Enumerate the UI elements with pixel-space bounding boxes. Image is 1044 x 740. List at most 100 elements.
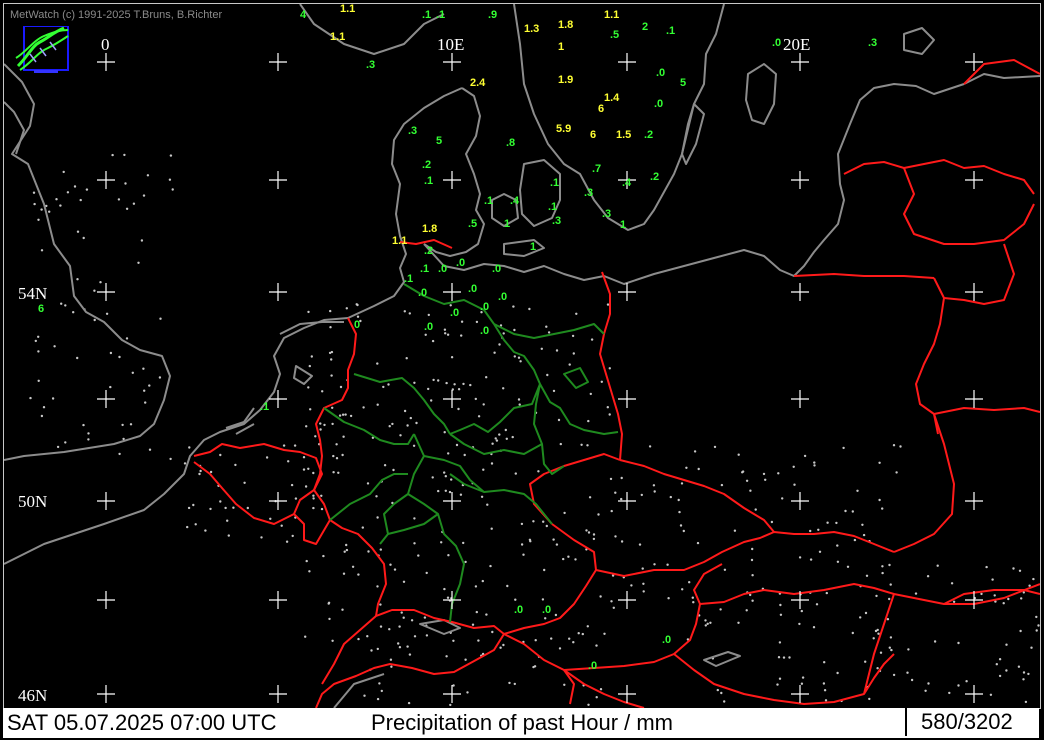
station-dot-icon xyxy=(589,392,592,396)
precipitation-value: .1 xyxy=(436,9,445,21)
station-dot-icon xyxy=(494,437,497,440)
station-dot-icon xyxy=(899,445,902,448)
station-dot-icon xyxy=(824,699,828,702)
station-dot-icon xyxy=(305,559,308,563)
station-dot-icon xyxy=(933,640,937,643)
station-dot-icon xyxy=(652,484,656,487)
station-dot-icon xyxy=(723,568,727,571)
station-dots xyxy=(29,153,1040,707)
station-dot-icon xyxy=(32,191,36,194)
station-dot-icon xyxy=(471,623,475,626)
grid-cross-icon xyxy=(965,492,983,510)
station-dot-icon xyxy=(342,435,345,438)
station-dot-icon xyxy=(320,494,323,497)
station-dot-icon xyxy=(927,682,930,685)
border-lt-lv xyxy=(963,59,1040,85)
station-dot-icon xyxy=(803,454,807,458)
station-dot-icon xyxy=(269,517,272,520)
station-dot-icon xyxy=(864,611,868,615)
station-dot-icon xyxy=(754,508,757,511)
station-dot-icon xyxy=(387,383,390,386)
station-dot-icon xyxy=(876,667,879,670)
station-dot-icon xyxy=(410,619,414,622)
precipitation-value: .3 xyxy=(584,187,593,199)
precipitation-value: .2 xyxy=(650,171,659,183)
station-dot-icon xyxy=(577,632,580,635)
station-dot-icon xyxy=(1035,629,1038,632)
station-dot-icon xyxy=(815,603,819,606)
frame-counter-box[interactable]: 580/3202 xyxy=(905,708,1039,736)
precipitation-value: 1.4 xyxy=(604,92,620,104)
border-sk-hu xyxy=(699,583,1040,605)
station-dot-icon xyxy=(692,601,695,604)
state-border-by-north xyxy=(449,473,553,525)
station-dot-icon xyxy=(408,653,412,656)
station-dot-icon xyxy=(393,568,397,571)
station-dot-icon xyxy=(460,334,463,337)
station-dot-icon xyxy=(445,381,448,385)
station-dot-icon xyxy=(341,413,345,416)
station-dot-icon xyxy=(697,467,700,471)
station-dot-icon xyxy=(948,691,951,695)
state-border-bw-west xyxy=(387,513,439,535)
precipitation-value: .0 xyxy=(424,321,433,333)
station-dot-icon xyxy=(541,598,545,601)
station-dot-icon xyxy=(413,381,416,384)
station-dot-icon xyxy=(513,355,516,358)
station-dot-icon xyxy=(782,656,786,659)
precipitation-value: 1.1 xyxy=(340,4,355,15)
station-dot-icon xyxy=(408,312,411,315)
grid-cross-icon xyxy=(791,492,809,510)
station-dot-icon xyxy=(265,456,269,459)
station-dot-icon xyxy=(464,560,467,564)
coastline-baltics xyxy=(963,73,1040,85)
station-dot-icon xyxy=(952,600,956,603)
status-bar: SAT 05.07.2025 07:00 UTC Precipitation o… xyxy=(3,708,1039,738)
station-dot-icon xyxy=(590,338,594,341)
precipitation-value: 1 xyxy=(620,219,626,231)
station-dot-icon xyxy=(455,443,459,447)
station-dot-icon xyxy=(620,540,624,543)
latitude-label-46n: 46N xyxy=(18,686,48,705)
station-dot-icon xyxy=(719,608,722,611)
station-dot-icon xyxy=(437,489,440,493)
station-dot-icon xyxy=(450,356,454,359)
station-dot-icon xyxy=(868,697,871,701)
precipitation-value: .3 xyxy=(366,59,375,71)
station-dot-icon xyxy=(574,558,577,561)
station-dot-icon xyxy=(480,495,484,498)
station-dot-icon xyxy=(463,453,466,457)
station-dot-icon xyxy=(592,537,596,541)
state-border-rp-south xyxy=(329,473,408,521)
station-dot-icon xyxy=(588,496,592,499)
precipitation-value: .0 xyxy=(418,287,427,299)
station-dot-icon xyxy=(788,656,791,659)
station-dot-icon xyxy=(137,261,140,264)
station-dot-icon xyxy=(62,170,65,174)
station-dot-icon xyxy=(1017,665,1021,668)
metwatch-logo-icon[interactable] xyxy=(14,26,70,74)
station-dot-icon xyxy=(600,380,603,383)
station-dot-icon xyxy=(332,454,335,458)
station-dot-icon xyxy=(64,304,67,307)
station-dot-icon xyxy=(417,554,420,557)
station-dot-icon xyxy=(499,646,502,649)
station-dot-icon xyxy=(444,475,447,478)
station-dot-icon xyxy=(331,422,334,426)
precipitation-value: .4 xyxy=(510,195,520,207)
station-dot-icon xyxy=(450,478,453,481)
grid-cross-icon xyxy=(965,283,983,301)
station-dot-icon xyxy=(489,564,492,568)
station-dot-icon xyxy=(232,506,235,509)
precipitation-value: 1 xyxy=(558,41,564,53)
precipitation-map[interactable]: 41.1.1.1.91.3 1.81.12.11.1.31.5.0.3.02.4 1… xyxy=(4,4,1040,708)
station-dot-icon xyxy=(520,543,524,546)
grid-cross-icon xyxy=(97,492,115,510)
state-border-hesse-th xyxy=(423,455,485,493)
station-dot-icon xyxy=(329,309,332,313)
precipitation-value: .1 xyxy=(260,401,269,413)
station-dot-icon xyxy=(282,444,286,447)
border-pl-by xyxy=(915,277,945,435)
station-dot-icon xyxy=(575,312,578,315)
station-dot-icon xyxy=(330,358,333,361)
